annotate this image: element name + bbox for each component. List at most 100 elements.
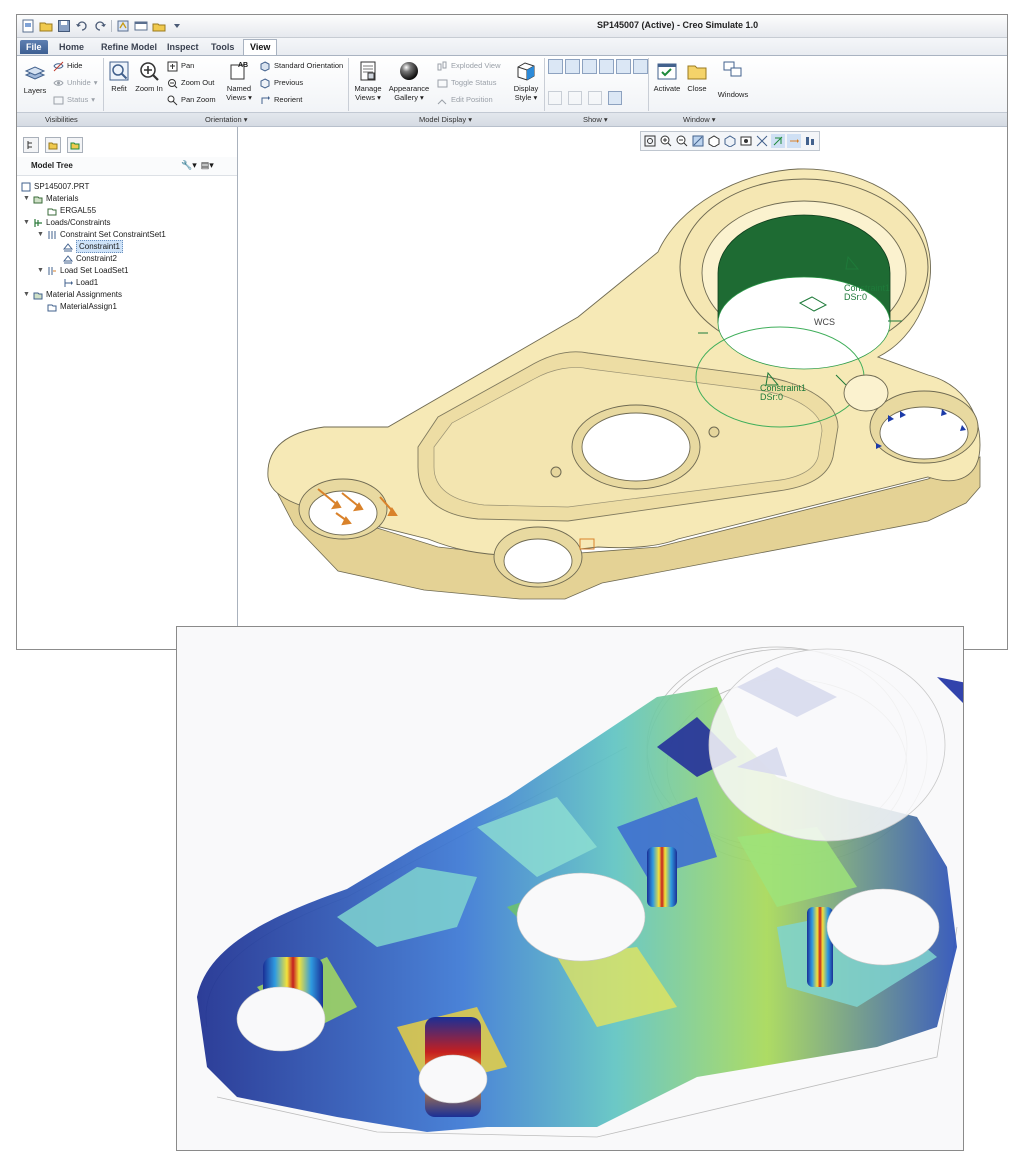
expand-toggle-icon[interactable]: ▼ xyxy=(37,229,44,240)
pan-button[interactable]: Pan xyxy=(167,59,194,73)
zoom-in-button[interactable]: Zoom In xyxy=(134,60,164,93)
tab-file[interactable]: File xyxy=(20,40,48,54)
tree-item-load-set[interactable]: ▼ Load Set LoadSet1 xyxy=(37,265,129,276)
tab-view[interactable]: View xyxy=(243,39,278,56)
status-button[interactable]: Status ▾ xyxy=(53,93,95,107)
part-3d-model: Constraint1 DSr:0 Constraint1 DSr:0 WCS xyxy=(267,168,981,600)
pan-zoom-label: Pan Zoom xyxy=(181,95,216,104)
model-tree-header: Model Tree 🔧▾ ▤▾ xyxy=(17,157,237,176)
tree-item-ergal55[interactable]: ERGAL55 xyxy=(47,205,96,216)
constraint-set-icon xyxy=(48,230,56,239)
windows-icon xyxy=(723,61,742,77)
tree-item-load1[interactable]: Load1 xyxy=(63,277,98,288)
right-hole xyxy=(879,406,969,460)
plane-tag-toggle-icon[interactable] xyxy=(548,91,562,105)
tree-item-material-assign1[interactable]: MaterialAssign1 xyxy=(47,301,117,312)
activate-button[interactable]: Activate xyxy=(651,60,683,93)
svg-text:WCS: WCS xyxy=(814,317,835,327)
folder-browser-tab-icon[interactable] xyxy=(45,137,61,153)
quick-access-toolbar xyxy=(21,18,184,34)
tree-item-materials[interactable]: ▼ Materials xyxy=(23,193,78,204)
graphics-viewport[interactable]: Constraint1 DSr:0 Constraint1 DSr:0 WCS xyxy=(238,127,1007,649)
regenerate-icon[interactable] xyxy=(116,19,130,33)
model-tree-title: Model Tree xyxy=(31,161,73,170)
tree-item-label: Constraint2 xyxy=(76,254,117,263)
center-hole xyxy=(516,872,646,962)
datum-points-toggle-icon[interactable] xyxy=(582,59,597,74)
expand-toggle-icon[interactable]: ▼ xyxy=(23,193,30,204)
redo-icon[interactable] xyxy=(93,19,107,33)
group-label-show[interactable]: Show ▾ xyxy=(583,115,608,124)
unhide-button[interactable]: Unhide ▾ xyxy=(53,76,98,90)
group-label-orientation[interactable]: Orientation ▾ xyxy=(205,115,248,124)
spin-center-toggle-icon[interactable] xyxy=(616,59,631,74)
appearance-sphere-icon xyxy=(400,62,418,80)
datum-planes-toggle-icon[interactable] xyxy=(548,59,563,74)
group-label-window[interactable]: Window ▾ xyxy=(683,115,716,124)
toggle-status-button[interactable]: Toggle Status xyxy=(437,76,496,90)
exploded-view-button[interactable]: Exploded View xyxy=(437,59,500,73)
appearance-label-2: Gallery xyxy=(394,93,418,102)
manage-views-button[interactable]: Manage Views ▾ xyxy=(353,60,383,102)
open-icon[interactable] xyxy=(39,19,53,33)
close-button[interactable]: Close xyxy=(684,60,710,93)
edit-position-button[interactable]: Edit Position xyxy=(437,93,493,107)
group-label-model-display[interactable]: Model Display ▾ xyxy=(419,115,472,124)
undo-icon[interactable] xyxy=(75,19,89,33)
loads-toggle-icon[interactable] xyxy=(633,59,648,74)
tab-home[interactable]: Home xyxy=(53,40,90,54)
layers-button[interactable]: Layers xyxy=(20,62,50,95)
standard-orientation-button[interactable]: Standard Orientation xyxy=(260,59,343,73)
title-bar: SP145007 (Active) - Creo Simulate 1.0 xyxy=(17,15,1007,38)
refit-button[interactable]: Refit xyxy=(107,60,131,93)
expand-toggle-icon[interactable]: ▼ xyxy=(23,217,30,228)
tab-refine-model[interactable]: Refine Model xyxy=(95,40,163,54)
tree-item-constraint-set[interactable]: ▼ Constraint Set ConstraintSet1 xyxy=(37,229,166,240)
tree-item-loads-constraints[interactable]: ▼ Loads/Constraints xyxy=(23,217,110,228)
axis-tag-toggle-icon[interactable] xyxy=(568,91,582,105)
part-icon xyxy=(21,182,31,191)
tree-item-label: MaterialAssign1 xyxy=(60,302,117,311)
csys-tag-toggle-icon[interactable] xyxy=(608,91,622,105)
reorient-button[interactable]: Reorient xyxy=(260,93,302,107)
pan-zoom-button[interactable]: Pan Zoom xyxy=(167,93,216,107)
expand-toggle-icon[interactable]: ▼ xyxy=(37,265,44,276)
appearance-gallery-button[interactable]: Appearance Gallery ▾ xyxy=(387,60,431,102)
zoom-out-label: Zoom Out xyxy=(181,78,215,87)
coordinate-systems-toggle-icon[interactable] xyxy=(599,59,614,74)
favorites-tab-icon[interactable] xyxy=(67,137,83,153)
display-style-button[interactable]: Display Style ▾ xyxy=(511,60,541,102)
model-tree-tab-icon[interactable] xyxy=(23,137,39,153)
tree-item-constraint1[interactable]: Constraint1 xyxy=(63,240,123,253)
windows-icon[interactable] xyxy=(134,19,148,33)
point-tag-toggle-icon[interactable] xyxy=(588,91,602,105)
tree-item-material-assignments[interactable]: ▼ Material Assignments xyxy=(23,289,122,300)
group-separator xyxy=(103,58,104,111)
datum-axes-toggle-icon[interactable] xyxy=(565,59,580,74)
tree-settings-icon[interactable]: 🔧▾ xyxy=(181,160,197,171)
unhide-label: Unhide xyxy=(67,78,91,87)
chevron-down-icon[interactable] xyxy=(170,19,184,33)
toggle-status-label: Toggle Status xyxy=(451,78,497,87)
tree-columns-icon[interactable]: ▤▾ xyxy=(201,160,214,171)
tree-item-label: Load Set LoadSet1 xyxy=(60,266,129,275)
zoom-out-button[interactable]: Zoom Out xyxy=(167,76,214,90)
tab-tools[interactable]: Tools xyxy=(205,40,240,54)
tab-inspect[interactable]: Inspect xyxy=(161,40,205,54)
tree-item-label: Constraint Set ConstraintSet1 xyxy=(60,230,166,239)
bottom-hole xyxy=(503,538,573,584)
layers-label: Layers xyxy=(23,86,47,95)
save-icon[interactable] xyxy=(57,19,71,33)
previous-button[interactable]: Previous xyxy=(260,76,303,90)
close-window-icon[interactable] xyxy=(152,19,166,33)
windows-button[interactable]: Windows xyxy=(715,60,751,99)
zoom-in-icon xyxy=(140,62,159,81)
tree-item-constraint2[interactable]: Constraint2 xyxy=(63,253,117,264)
tree-item-part[interactable]: SP145007.PRT xyxy=(21,181,89,192)
new-icon[interactable] xyxy=(21,19,35,33)
named-views-button[interactable]: AB Named Views ▾ xyxy=(223,60,255,102)
load-icon xyxy=(64,278,73,287)
hide-label: Hide xyxy=(67,61,83,70)
expand-toggle-icon[interactable]: ▼ xyxy=(23,289,30,300)
hide-button[interactable]: Hide xyxy=(53,59,82,73)
